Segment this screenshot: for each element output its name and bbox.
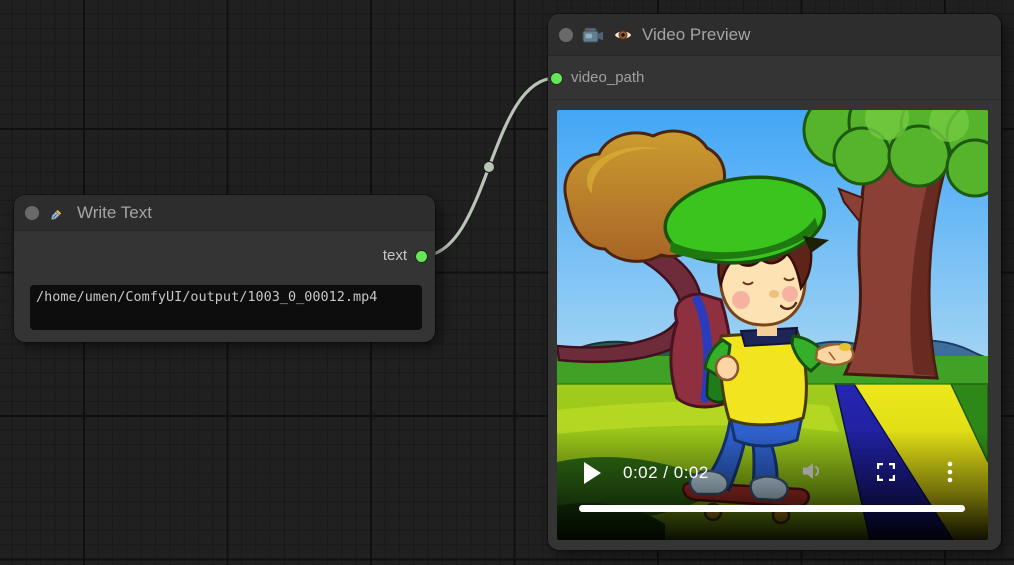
- pen-icon: [48, 203, 68, 223]
- link-midpoint-dot[interactable]: [484, 162, 495, 173]
- eye-icon: [613, 28, 633, 42]
- time-display: 0:02 / 0:02: [623, 462, 709, 484]
- output-port-text[interactable]: [415, 250, 428, 263]
- node-title: Video Preview: [642, 25, 750, 45]
- node-graph-canvas[interactable]: Write Text text /home/umen/ComfyUI/outpu…: [0, 0, 1014, 565]
- widget-separator: [548, 99, 1001, 100]
- output-port-label: text: [383, 245, 407, 267]
- movie-camera-icon: [582, 26, 604, 44]
- collapse-toggle[interactable]: [25, 206, 39, 220]
- volume-icon[interactable]: [803, 462, 823, 480]
- kebab-menu-icon[interactable]: [947, 461, 953, 483]
- text-widget[interactable]: /home/umen/ComfyUI/output/1003_0_00012.m…: [30, 285, 422, 330]
- node-title: Write Text: [77, 203, 152, 223]
- link-wire[interactable]: [422, 78, 556, 256]
- play-button[interactable]: [584, 462, 601, 484]
- node-video-preview-header[interactable]: Video Preview: [548, 14, 1001, 56]
- node-write-text[interactable]: Write Text text /home/umen/ComfyUI/outpu…: [14, 195, 435, 342]
- input-port-label: video_path: [571, 67, 644, 89]
- node-video-preview[interactable]: Video Preview video_path: [548, 14, 1001, 550]
- video-controls: 0:02 / 0:02: [557, 110, 988, 540]
- fullscreen-icon[interactable]: [877, 463, 895, 481]
- collapse-toggle[interactable]: [559, 28, 573, 42]
- progress-fill: [579, 505, 965, 512]
- node-write-text-header[interactable]: Write Text: [14, 195, 435, 231]
- progress-bar[interactable]: [579, 505, 965, 512]
- video-player[interactable]: 0:02 / 0:02: [557, 110, 988, 540]
- input-port-video-path[interactable]: [550, 72, 563, 85]
